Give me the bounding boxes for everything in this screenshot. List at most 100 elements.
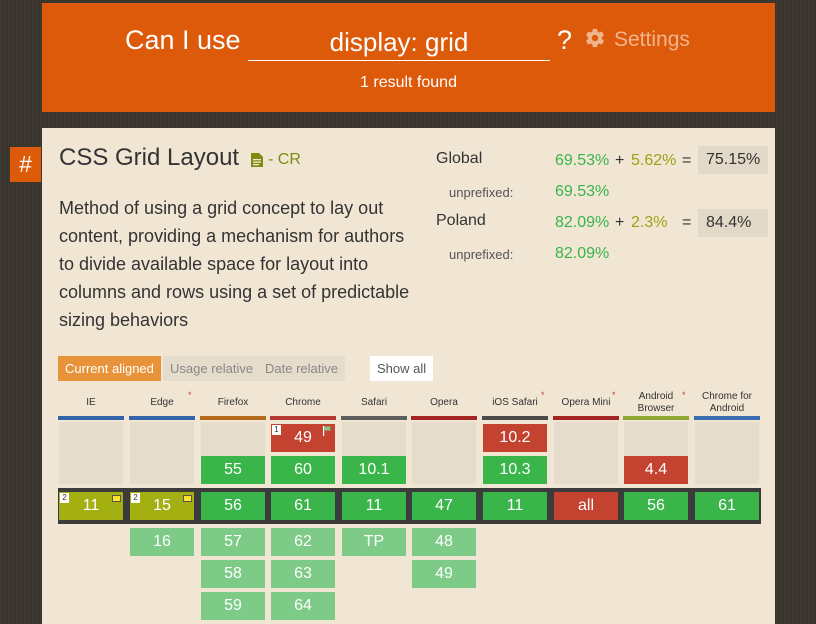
version-cell[interactable]: 57 — [201, 528, 265, 556]
prefix-note-marker: * — [612, 390, 616, 400]
search-input[interactable] — [248, 25, 550, 61]
version-cell[interactable]: 4.4 — [624, 456, 688, 484]
browser-header: iOS Safari — [492, 397, 538, 408]
version-label: 59 — [224, 597, 242, 614]
version-cell[interactable]: 11 — [342, 492, 406, 520]
version-label: 10.1 — [358, 461, 390, 478]
browser-header: Chrome for Android — [701, 391, 752, 414]
version-cell[interactable]: 10.1 — [342, 456, 406, 484]
feature-card: CSS Grid Layout - CR Method of using a g… — [42, 128, 775, 624]
global-label: Global — [436, 150, 483, 167]
browser-color-bar — [411, 416, 477, 420]
browser-header: Edge — [150, 397, 174, 408]
version-label: 64 — [294, 597, 312, 614]
version-cell[interactable]: 59 — [201, 592, 265, 620]
global-unprefixed-percent: 69.53% — [555, 183, 610, 200]
version-cell[interactable]: 60 — [271, 456, 335, 484]
current-aligned-button[interactable]: Current aligned — [58, 356, 161, 381]
note-number: 2 — [60, 493, 69, 503]
search-header: Can I use ? Settings 1 result found — [42, 3, 775, 112]
region-full-percent: 82.09% — [555, 214, 610, 231]
browser-color-bar — [553, 416, 619, 420]
region-label[interactable]: Poland — [436, 212, 486, 230]
version-cell[interactable]: all — [554, 492, 618, 520]
version-cell[interactable]: 47 — [412, 492, 476, 520]
version-label: 11 — [506, 497, 524, 514]
version-label: 56 — [647, 497, 665, 514]
version-label: 4.4 — [644, 461, 668, 478]
version-label: 58 — [224, 565, 242, 582]
document-icon[interactable] — [251, 153, 263, 167]
global-total: 75.15% — [698, 146, 768, 174]
version-cell[interactable]: 48 — [412, 528, 476, 556]
version-label: 10.3 — [499, 461, 531, 478]
version-cell[interactable]: 10.3 — [483, 456, 547, 484]
version-cell[interactable]: 56 — [624, 492, 688, 520]
equals-sign: = — [682, 214, 692, 231]
plus-sign: + — [615, 214, 625, 231]
browser-header: Firefox — [217, 397, 249, 408]
version-cell[interactable]: 55 — [201, 456, 265, 484]
version-cell[interactable]: 10.2 — [483, 424, 547, 452]
feature-description: Method of using a grid concept to lay ou… — [59, 198, 410, 330]
version-cell[interactable]: TP — [342, 528, 406, 556]
version-cell[interactable]: 15 2 — [130, 492, 194, 520]
browser-color-bar — [200, 416, 266, 420]
version-cell[interactable]: 49 1 — [271, 424, 335, 452]
version-cell[interactable]: 62 — [271, 528, 335, 556]
feature-title[interactable]: CSS Grid Layout — [59, 144, 239, 172]
version-cell[interactable]: 49 — [412, 560, 476, 588]
version-cell[interactable]: 61 — [271, 492, 335, 520]
browser-header: Chrome — [285, 397, 321, 408]
show-all-button[interactable]: Show all — [370, 356, 434, 381]
version-cell[interactable]: 11 2 — [59, 492, 123, 520]
partial-support-icon — [183, 495, 192, 502]
settings-button[interactable]: Settings — [584, 27, 690, 52]
partial-support-icon — [112, 495, 121, 502]
feature-anchor-link[interactable]: # — [10, 147, 41, 182]
browser-color-bar — [341, 416, 407, 420]
version-cell-empty[interactable] — [130, 422, 194, 484]
date-relative-button[interactable]: Date relative — [258, 356, 345, 381]
browser-color-bar — [694, 416, 760, 420]
region-unprefixed-label: unprefixed: — [449, 247, 514, 262]
version-cell-empty[interactable] — [695, 422, 759, 484]
settings-label: Settings — [614, 28, 690, 51]
version-label: 15 — [153, 497, 171, 514]
gear-icon — [586, 28, 604, 48]
version-cell[interactable]: 61 — [695, 492, 759, 520]
browser-color-bar — [482, 416, 548, 420]
version-label: 47 — [435, 497, 453, 514]
browser-color-bar — [58, 416, 124, 420]
version-cell[interactable]: 11 — [483, 492, 547, 520]
version-label: 62 — [294, 533, 312, 550]
version-cell[interactable]: 16 — [130, 528, 194, 556]
region-total: 84.4% — [698, 209, 768, 237]
note-number: 2 — [131, 493, 140, 503]
prefix-note-marker: * — [682, 390, 686, 400]
version-cell-empty[interactable] — [412, 422, 476, 484]
version-label: 11 — [365, 497, 383, 514]
region-unprefixed-percent: 82.09% — [555, 245, 610, 262]
browser-header: IE — [86, 397, 96, 408]
browser-header: Opera Mini — [561, 397, 611, 408]
note-number: 1 — [272, 425, 281, 435]
version-label: 49 — [435, 565, 453, 582]
prefix-note-marker: * — [188, 390, 192, 400]
results-count: 1 result found — [360, 74, 457, 91]
equals-sign: = — [682, 152, 692, 169]
version-cell[interactable]: 64 — [271, 592, 335, 620]
version-cell[interactable]: 56 — [201, 492, 265, 520]
version-cell[interactable]: 63 — [271, 560, 335, 588]
version-label: 61 — [294, 497, 312, 514]
version-cell-empty[interactable] — [59, 422, 123, 484]
version-label: 55 — [224, 461, 242, 478]
version-label: 10.2 — [499, 429, 531, 446]
spec-status[interactable]: - CR — [268, 151, 301, 169]
version-label: 49 — [294, 429, 312, 446]
browser-color-bar — [270, 416, 336, 420]
version-cell-empty[interactable] — [554, 422, 618, 484]
global-partial-percent: 5.62% — [631, 152, 677, 169]
version-cell[interactable]: 58 — [201, 560, 265, 588]
usage-relative-button[interactable]: Usage relative — [163, 356, 261, 381]
